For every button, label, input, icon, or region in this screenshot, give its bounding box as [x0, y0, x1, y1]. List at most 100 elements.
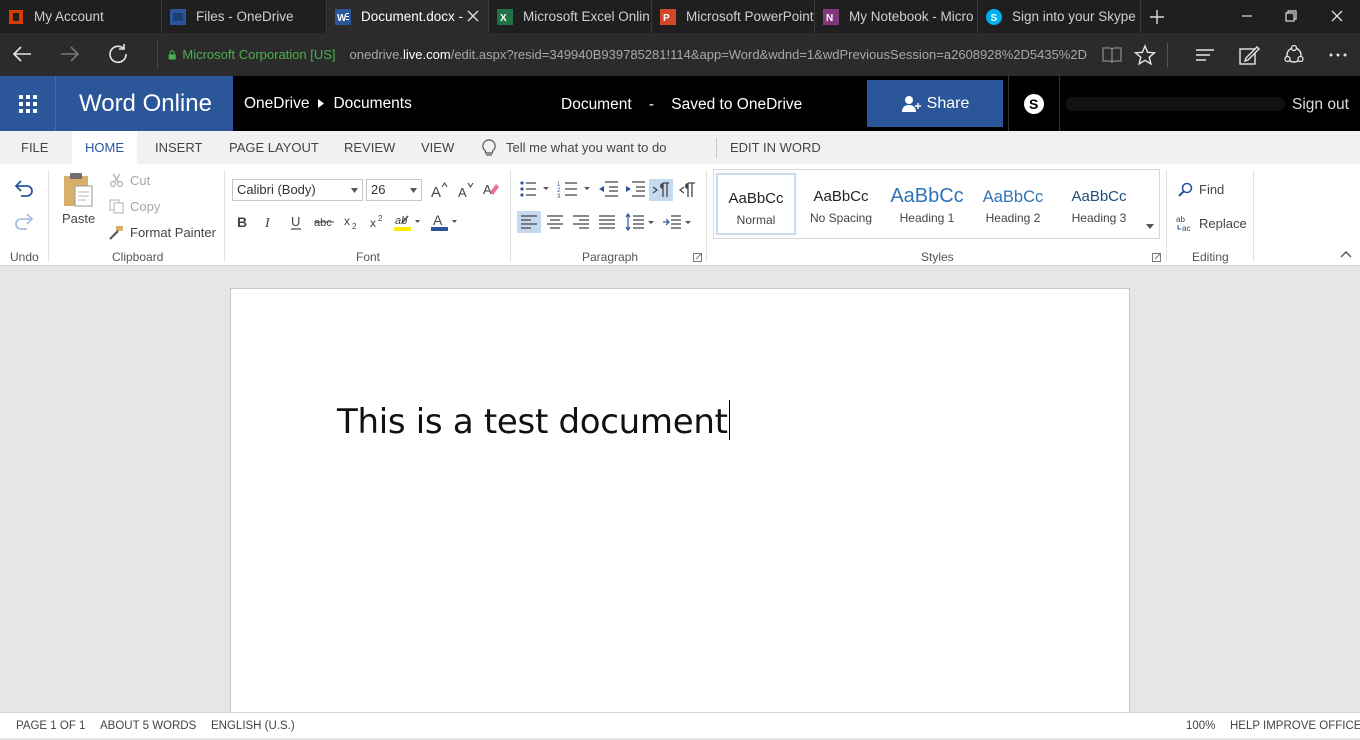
app-name[interactable]: Word Online [55, 76, 233, 131]
tell-me-box[interactable]: Tell me what you want to do [480, 131, 666, 164]
styles-more-icon[interactable] [1146, 224, 1154, 230]
strikethrough-icon[interactable]: abc [313, 213, 335, 231]
browser-tab-document[interactable]: W Document.docx - [327, 0, 489, 33]
underline-icon[interactable]: U [288, 213, 304, 231]
style-name: No Spacing [809, 211, 873, 225]
hub-icon[interactable] [1194, 44, 1216, 66]
refresh-icon[interactable] [107, 43, 129, 65]
clear-formatting-icon[interactable]: A [482, 180, 500, 198]
browser-tab-onenote[interactable]: N My Notebook - Micro [815, 0, 978, 33]
style-heading-1[interactable]: AaBbCc Heading 1 [886, 173, 968, 235]
zoom-level[interactable]: 100% [1186, 713, 1215, 740]
url-field[interactable]: Microsoft Corporation [US] onedrive.live… [157, 40, 1087, 69]
group-divider [1166, 170, 1167, 262]
tab-edit-in-word[interactable]: EDIT IN WORD [717, 131, 834, 164]
browser-tab-powerpoint[interactable]: P Microsoft PowerPoint [652, 0, 815, 33]
breadcrumb-documents[interactable]: Documents [333, 75, 411, 132]
browser-tab-my-account[interactable]: My Account [0, 0, 162, 33]
word-icon: W [335, 8, 351, 25]
style-name: Heading 2 [985, 211, 1041, 225]
editing-group-label: Editing [1192, 250, 1229, 264]
font-name-combo[interactable]: Calibri (Body) [232, 179, 363, 201]
grow-font-icon[interactable]: A [430, 181, 448, 199]
subscript-icon[interactable]: x2 [343, 213, 361, 231]
tab-file[interactable]: FILE [8, 131, 61, 164]
reading-view-icon[interactable] [1101, 44, 1123, 66]
restore-icon[interactable] [1284, 9, 1298, 23]
share-icon[interactable] [1283, 44, 1305, 66]
browser-tab-onedrive[interactable]: Files - OneDrive [162, 0, 327, 33]
minimize-icon[interactable] [1240, 9, 1254, 23]
highlight-color-icon[interactable]: ab [394, 212, 422, 232]
browser-tab-skype[interactable]: S Sign into your Skype [978, 0, 1141, 33]
breadcrumb-arrow-icon [318, 99, 325, 108]
ltr-direction-button[interactable] [649, 179, 673, 201]
increase-indent-icon[interactable] [624, 179, 646, 199]
font-size-combo[interactable]: 26 [366, 179, 422, 201]
forward-icon[interactable] [59, 43, 81, 65]
toolbar-divider [1167, 43, 1168, 67]
superscript-icon[interactable]: x2 [369, 213, 387, 231]
tab-view[interactable]: VIEW [408, 131, 467, 164]
tab-insert[interactable]: INSERT [142, 131, 215, 164]
help-improve-office-link[interactable]: HELP IMPROVE OFFICE [1230, 713, 1360, 740]
new-tab-icon[interactable] [1148, 8, 1166, 26]
sign-out-link[interactable]: Sign out [1292, 76, 1349, 131]
justify-icon[interactable] [597, 211, 617, 233]
line-spacing-icon[interactable] [624, 211, 656, 233]
style-heading-3[interactable]: AaBbCc Heading 3 [1058, 173, 1140, 235]
redo-icon[interactable] [13, 211, 35, 231]
tab-home[interactable]: HOME [72, 131, 137, 164]
web-note-icon[interactable] [1238, 44, 1260, 66]
align-left-button[interactable] [517, 211, 541, 233]
decrease-indent-icon[interactable] [597, 179, 619, 199]
more-icon[interactable] [1327, 44, 1349, 66]
styles-dialog-launcher-icon[interactable] [1152, 253, 1161, 262]
right-to-left-icon[interactable] [678, 179, 698, 201]
app-launcher-button[interactable] [0, 76, 55, 131]
skype-icon: S [986, 8, 1002, 25]
copy-button[interactable]: Copy [109, 199, 160, 214]
shrink-font-icon[interactable]: A [457, 181, 475, 199]
back-icon[interactable] [11, 43, 33, 65]
bold-icon[interactable]: B [234, 213, 250, 231]
style-name: Heading 1 [899, 211, 955, 225]
svg-text:abc: abc [314, 217, 332, 229]
favorite-star-icon[interactable] [1134, 44, 1156, 66]
svg-text:A: A [433, 212, 443, 228]
skype-button[interactable]: S [1008, 76, 1060, 131]
align-center-icon[interactable] [545, 211, 565, 233]
style-name: Heading 3 [1071, 211, 1127, 225]
format-painter-button[interactable]: Format Painter [109, 225, 216, 240]
style-preview: AaBbCc [1071, 188, 1127, 205]
bullets-icon[interactable] [518, 179, 552, 199]
replace-button[interactable]: ab ac Replace [1176, 215, 1247, 232]
share-button[interactable]: Share [867, 80, 1003, 127]
document-body[interactable]: This is a test document [337, 400, 730, 442]
close-tab-icon[interactable] [466, 9, 480, 23]
align-right-icon[interactable] [571, 211, 591, 233]
browser-tab-excel[interactable]: X Microsoft Excel Onlin [489, 0, 652, 33]
close-window-icon[interactable] [1330, 9, 1344, 23]
tab-page-layout[interactable]: PAGE LAYOUT [216, 131, 332, 164]
numbering-icon[interactable]: 123 [557, 179, 593, 199]
style-normal[interactable]: AaBbCc Normal [716, 173, 796, 235]
font-color-icon[interactable]: A [431, 212, 459, 232]
document-name[interactable]: Document [561, 96, 632, 113]
paragraph-spacing-icon[interactable] [661, 211, 693, 233]
style-heading-2[interactable]: AaBbCc Heading 2 [972, 173, 1054, 235]
language-indicator[interactable]: ENGLISH (U.S.) [211, 713, 295, 740]
paste-button[interactable]: Paste [62, 211, 95, 226]
style-no-spacing[interactable]: AaBbCc No Spacing [800, 173, 882, 235]
svg-text:ab: ab [395, 215, 407, 227]
collapse-ribbon-icon[interactable] [1340, 250, 1352, 258]
italic-icon[interactable]: I [261, 213, 277, 231]
cut-button[interactable]: Cut [109, 173, 150, 188]
paragraph-dialog-launcher-icon[interactable] [693, 253, 702, 262]
undo-icon[interactable] [13, 178, 35, 198]
find-button[interactable]: Find [1178, 182, 1224, 197]
document-page[interactable]: This is a test document [230, 288, 1130, 718]
breadcrumb-onedrive[interactable]: OneDrive [244, 75, 309, 132]
paste-icon[interactable] [62, 172, 94, 208]
tab-review[interactable]: REVIEW [331, 131, 408, 164]
